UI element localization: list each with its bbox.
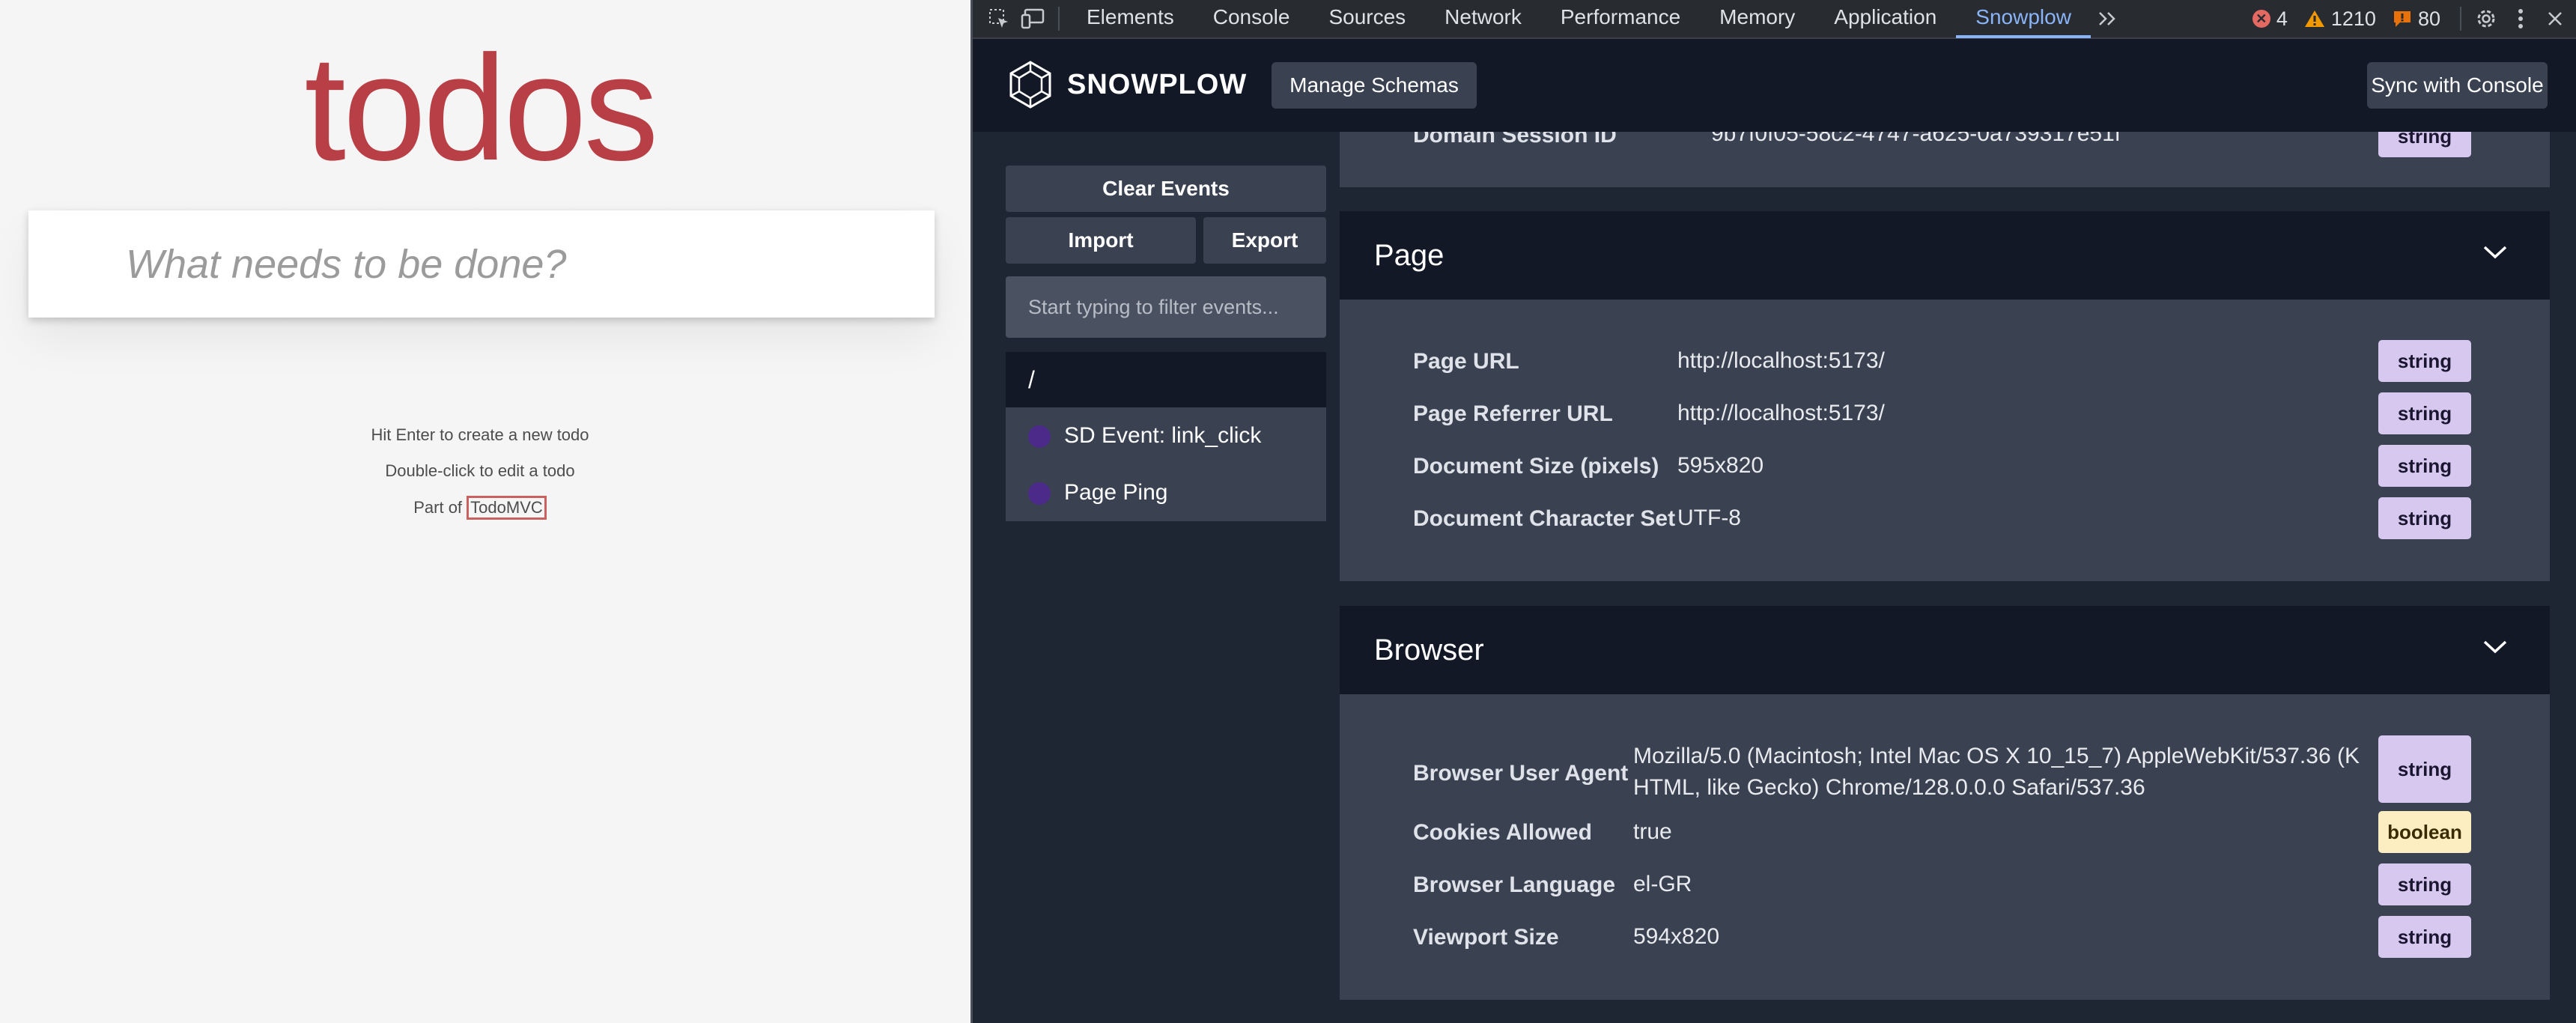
error-count-value: 4 <box>2276 7 2288 30</box>
event-filter[interactable] <box>1006 276 1326 338</box>
detail-key: Document Character Set <box>1413 506 1676 531</box>
page-section-header[interactable]: Page <box>1340 211 2550 300</box>
tab-snowplow[interactable]: Snowplow <box>1956 0 2091 38</box>
issue-icon <box>2393 11 2411 27</box>
todo-app: todos Hit Enter to create a new todo Dou… <box>0 0 970 1023</box>
app-title: todos <box>304 25 658 192</box>
info-credit-prefix: Part of <box>413 498 467 517</box>
snowplow-header: SNOWPLOW Manage Schemas Sync with Consol… <box>973 39 2576 132</box>
export-button[interactable]: Export <box>1203 217 1326 264</box>
import-button[interactable]: Import <box>1006 217 1196 264</box>
info-create-hint: Hit Enter to create a new todo <box>371 425 589 444</box>
detail-value-line: Mozilla/5.0 (Macintosh; Intel Mac OS X 1… <box>1633 744 2360 768</box>
type-badge: string <box>2378 340 2471 382</box>
tab-application[interactable]: Application <box>1814 0 1956 38</box>
event-label: SD Event: link_click <box>1064 423 1262 448</box>
warning-count[interactable]: 1210 <box>2304 7 2376 31</box>
tab-elements[interactable]: Elements <box>1067 0 1194 38</box>
detail-row: Domain Session ID 9b7f0f05-58c2-4747-a62… <box>1340 132 2550 157</box>
detail-value: 9b7f0f05-58c2-4747-a625-0a739317e51f <box>1711 132 2121 146</box>
session-section: Domain Session ID 9b7f0f05-58c2-4747-a62… <box>1340 132 2550 187</box>
detail-value-line: HTML, like Gecko) Chrome/128.0.0.0 Safar… <box>1633 775 2145 800</box>
new-todo-input[interactable] <box>28 210 935 318</box>
chevron-down-icon[interactable] <box>2482 639 2508 655</box>
event-dot-icon <box>1028 425 1051 448</box>
more-options-icon[interactable] <box>2503 1 2538 36</box>
detail-key: Viewport Size <box>1413 925 1559 950</box>
page-section: Page Page URL http://localhost:5173/ str… <box>1340 211 2550 581</box>
event-item[interactable]: SD Event: link_click <box>1006 407 1326 464</box>
toolbar-divider <box>1058 7 1060 31</box>
snowplow-logo-icon <box>1009 61 1051 109</box>
devtools-toolbar: Elements Console Sources Network Perform… <box>973 0 2576 39</box>
new-todo-box[interactable] <box>28 210 935 318</box>
warning-icon <box>2304 10 2324 27</box>
type-badge: boolean <box>2378 811 2471 853</box>
detail-key: Page Referrer URL <box>1413 401 1613 426</box>
event-dot-icon <box>1028 482 1051 505</box>
browser-section-header[interactable]: Browser <box>1340 606 2550 694</box>
device-toolbar-icon[interactable] <box>1016 1 1051 36</box>
event-label: Page Ping <box>1064 480 1168 505</box>
error-icon: ✕ <box>2252 10 2270 28</box>
detail-value: 595x820 <box>1677 453 1764 478</box>
snowplow-logo: SNOWPLOW <box>1006 60 1247 109</box>
manage-schemas-button[interactable]: Manage Schemas <box>1272 62 1477 109</box>
detail-value: http://localhost:5173/ <box>1677 348 1885 373</box>
type-badge: string <box>2378 863 2471 905</box>
detail-value: UTF-8 <box>1677 506 1741 530</box>
detail-key: Cookies Allowed <box>1413 820 1592 845</box>
type-badge: string <box>2378 445 2471 487</box>
issue-count[interactable]: 80 <box>2393 7 2440 31</box>
more-tabs-icon[interactable] <box>2091 1 2125 36</box>
section-title: Browser <box>1374 634 1484 667</box>
info-edit-hint: Double-click to edit a todo <box>385 461 575 480</box>
devtools-panel: Elements Console Sources Network Perform… <box>970 0 2576 1023</box>
detail-key: Browser Language <box>1413 872 1616 897</box>
event-group-header[interactable]: / <box>1006 352 1326 407</box>
type-badge: string <box>2378 735 2471 803</box>
detail-key: Page URL <box>1413 349 1519 374</box>
toolbar-divider <box>2460 7 2461 31</box>
tab-sources[interactable]: Sources <box>1309 0 1425 38</box>
inspect-element-icon[interactable] <box>982 1 1016 36</box>
warning-count-value: 1210 <box>2330 7 2376 30</box>
error-count[interactable]: ✕ 4 <box>2252 7 2288 31</box>
detail-value: el-GR <box>1633 872 1692 896</box>
tab-memory[interactable]: Memory <box>1700 0 1814 38</box>
snowplow-brand: SNOWPLOW <box>1067 68 1248 100</box>
chevron-down-icon[interactable] <box>2482 244 2508 261</box>
type-badge: string <box>2378 497 2471 539</box>
detail-key: Document Size (pixels) <box>1413 454 1659 479</box>
event-filter-input[interactable] <box>1028 276 1326 338</box>
section-title: Page <box>1374 239 1445 272</box>
detail-key: Browser User Agent <box>1413 761 1629 786</box>
close-devtools-icon[interactable] <box>2538 1 2572 36</box>
tab-console[interactable]: Console <box>1194 0 1310 38</box>
detail-value: true <box>1633 819 1672 844</box>
info-credit: Part of TodoMVC <box>0 496 960 520</box>
todomvc-link[interactable]: TodoMVC <box>467 496 547 520</box>
tab-performance[interactable]: Performance <box>1541 0 1700 38</box>
browser-section: Browser Browser User Agent Mozilla/5.0 (… <box>1340 606 2550 1000</box>
detail-value: 594x820 <box>1633 924 1720 949</box>
clear-events-button[interactable]: Clear Events <box>1006 166 1326 212</box>
detail-value: http://localhost:5173/ <box>1677 401 1885 425</box>
type-badge: string <box>2378 916 2471 958</box>
issue-count-value: 80 <box>2417 7 2440 30</box>
detail-key: Domain Session ID <box>1413 132 1617 148</box>
sync-console-button[interactable]: Sync with Console <box>2367 62 2548 109</box>
tab-network[interactable]: Network <box>1425 0 1541 38</box>
event-list: / SD Event: link_click Page Ping <box>1006 352 1326 521</box>
type-badge: string <box>2378 392 2471 434</box>
settings-gear-icon[interactable] <box>2469 1 2503 36</box>
detail-value: Mozilla/5.0 (Macintosh; Intel Mac OS X 1… <box>1633 741 2375 804</box>
type-badge: string <box>2378 132 2471 157</box>
event-item[interactable]: Page Ping <box>1006 464 1326 521</box>
